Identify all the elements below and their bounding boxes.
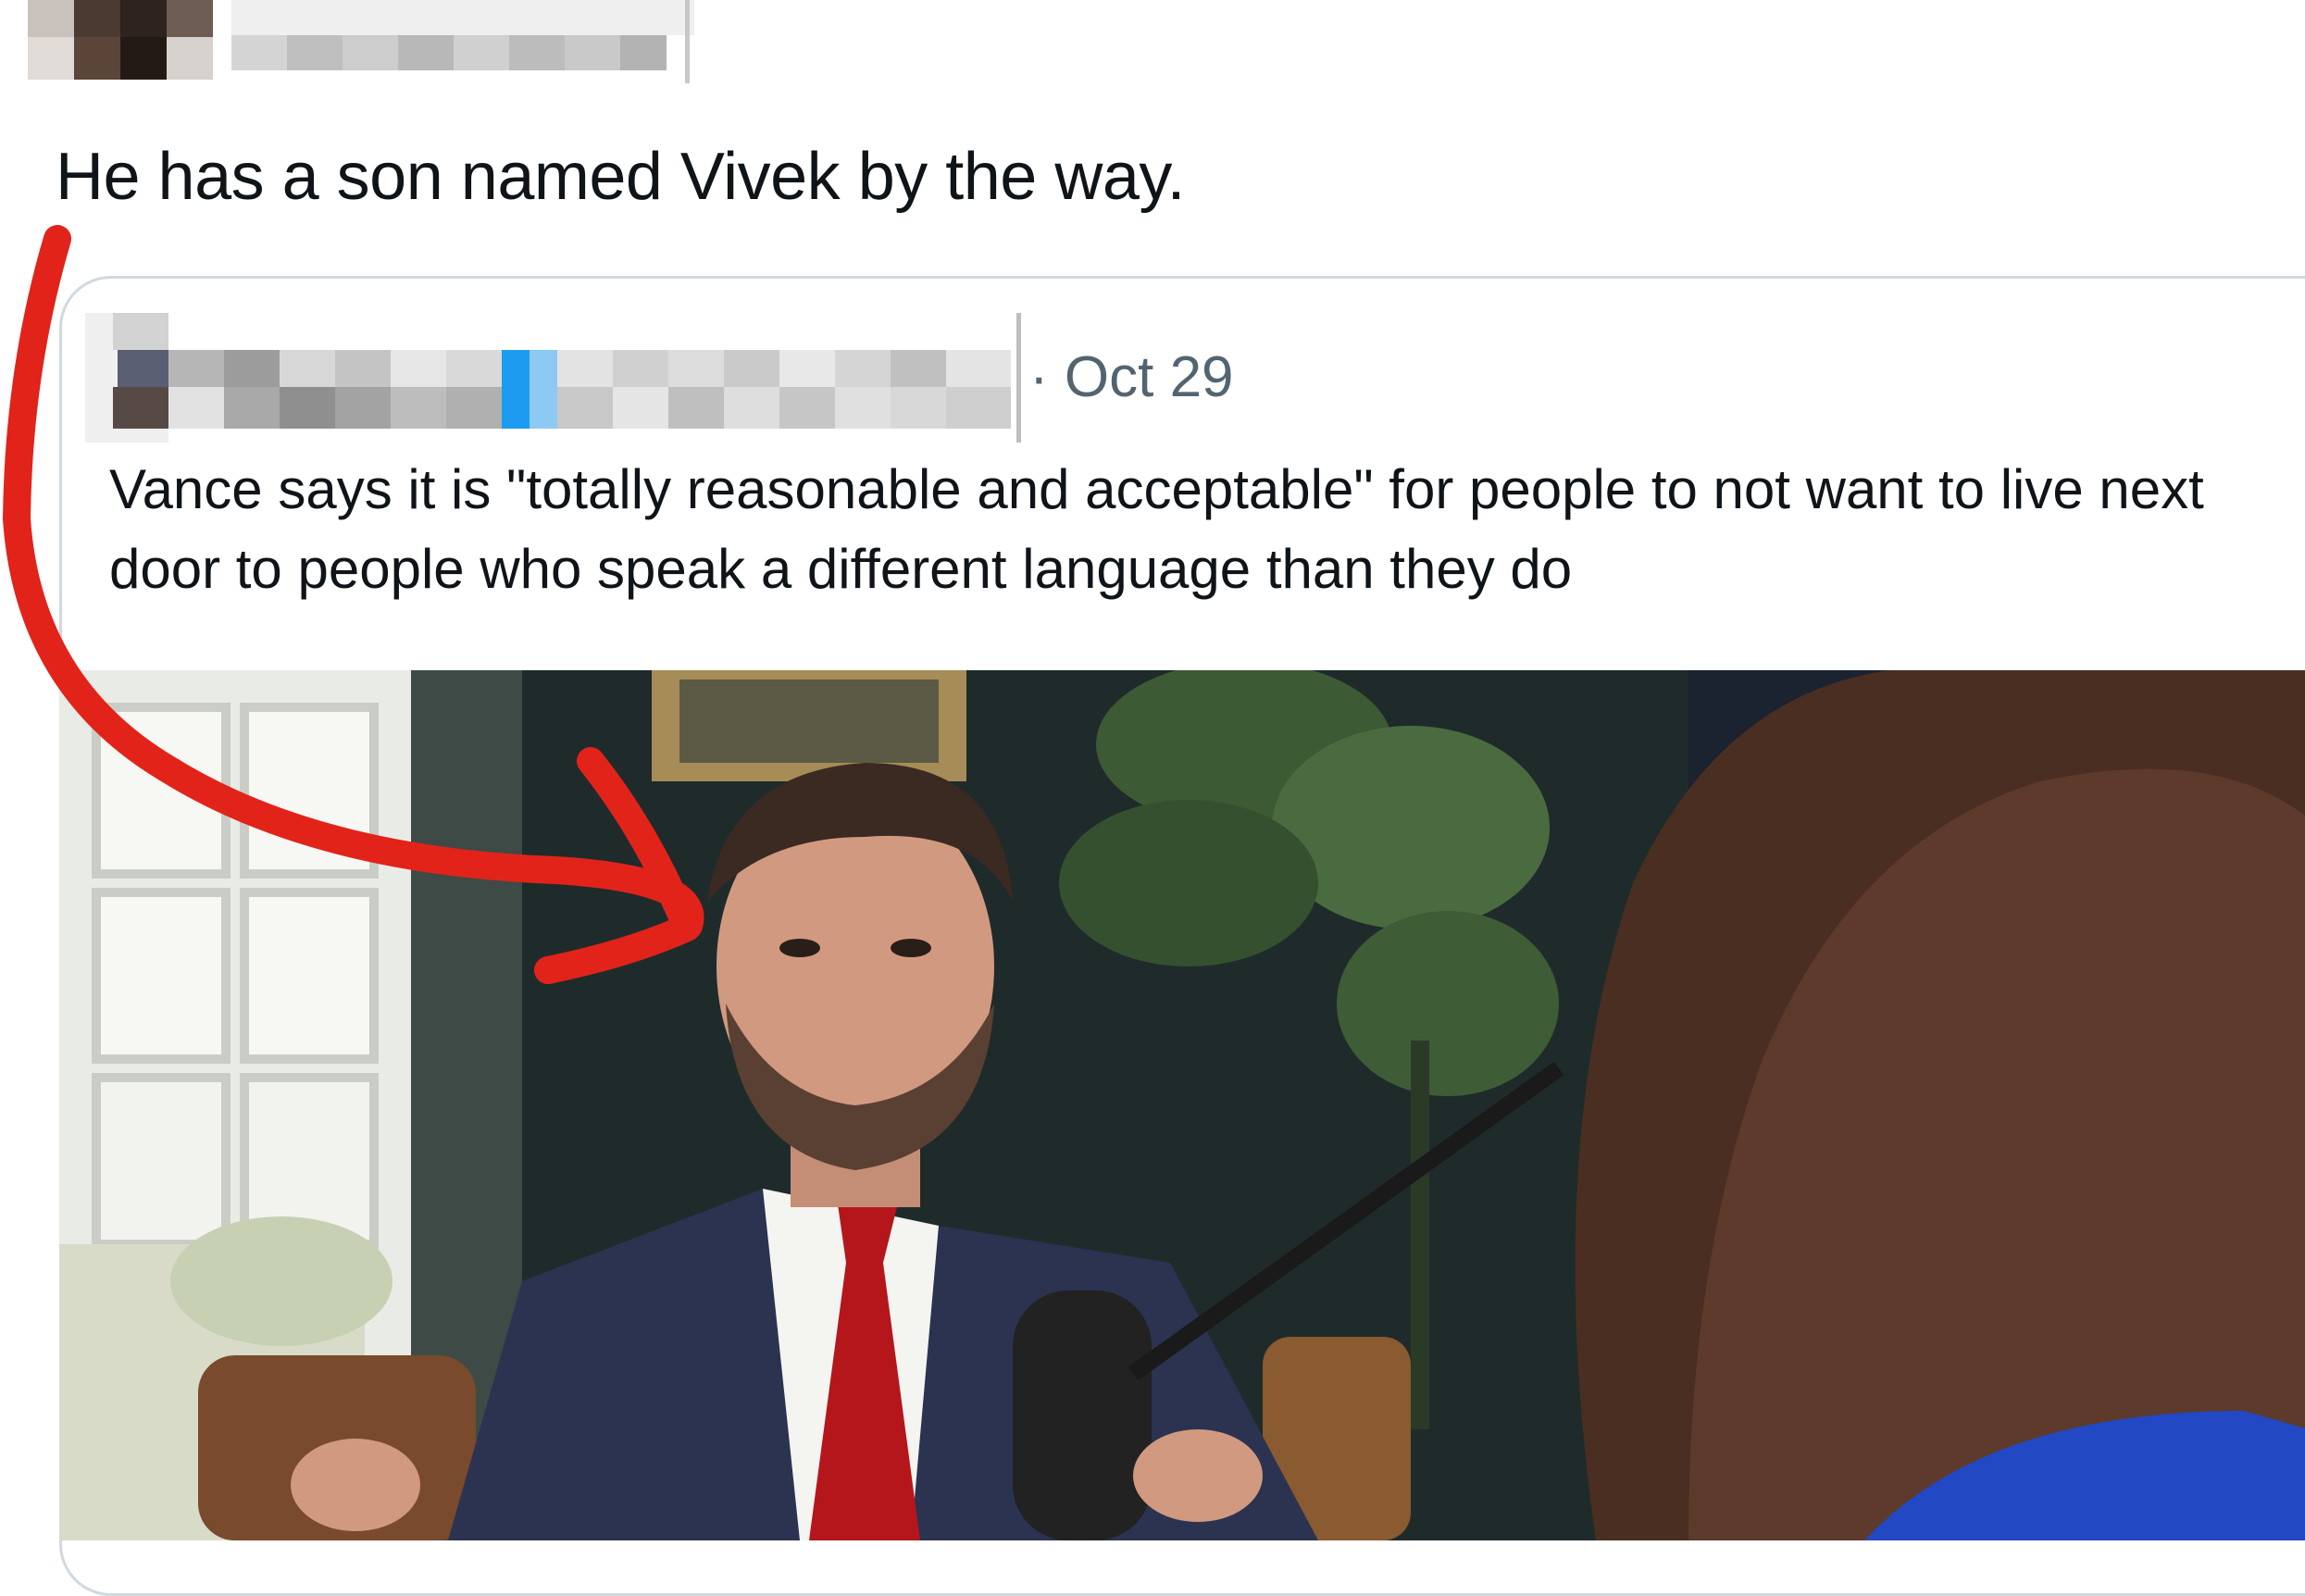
red-arrow-icon [3,225,704,984]
